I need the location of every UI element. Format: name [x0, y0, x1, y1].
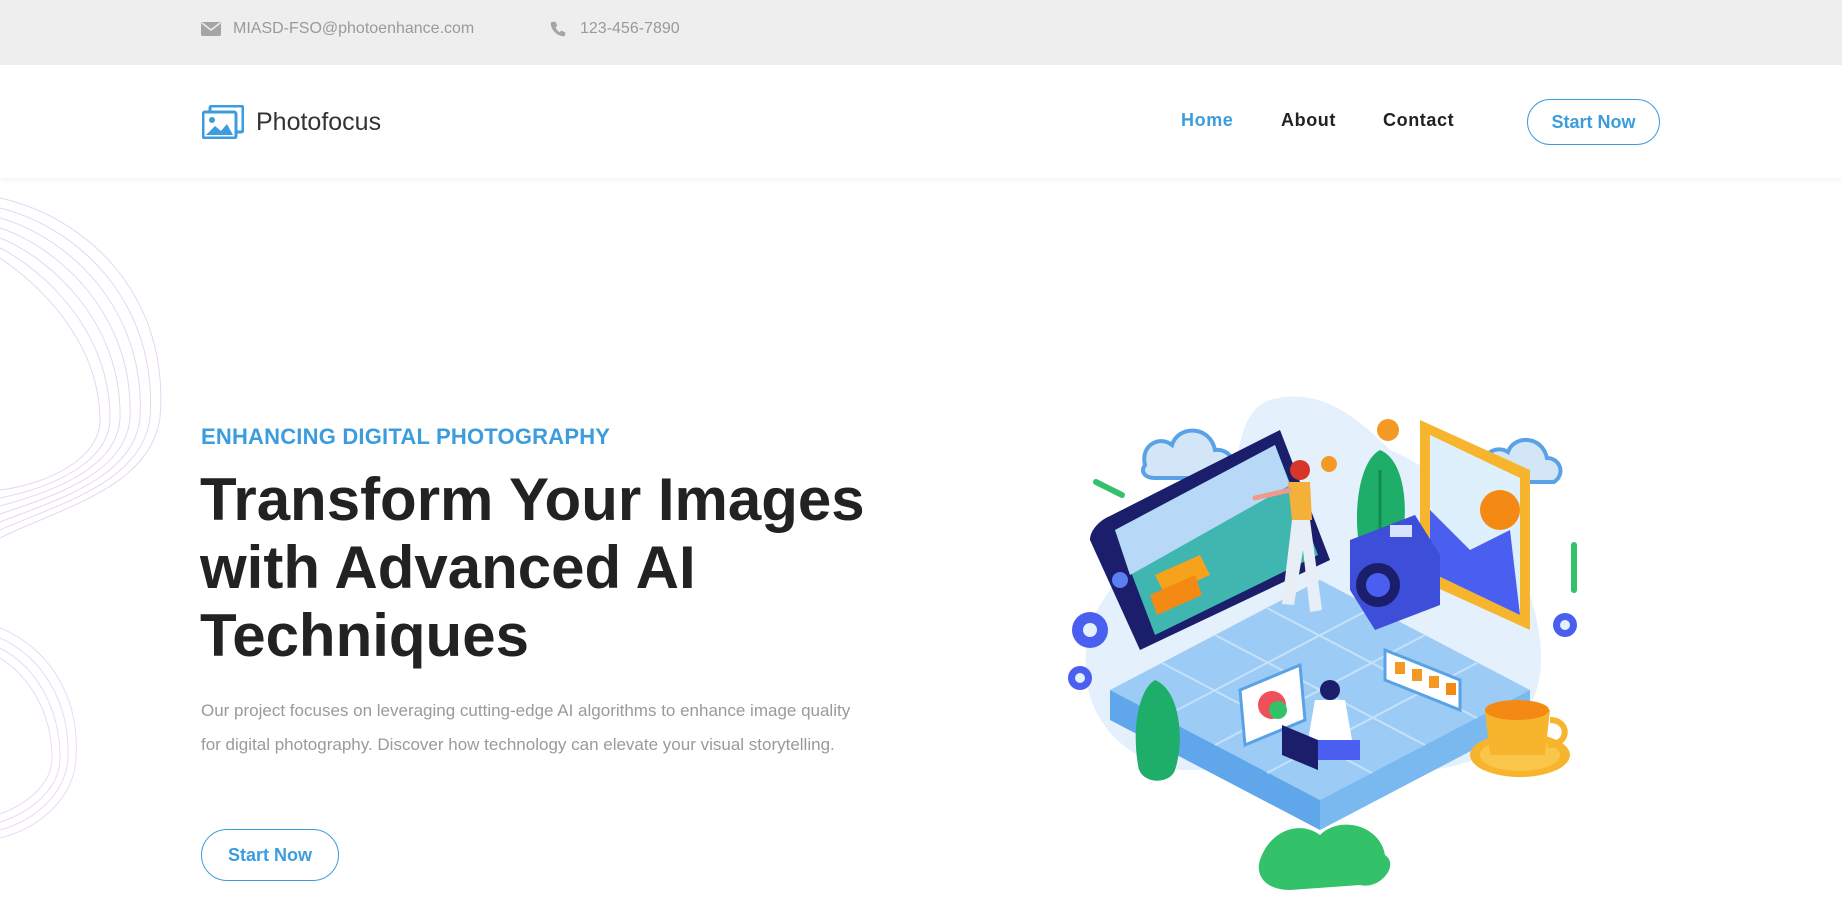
hero-illustration	[1068, 396, 1577, 890]
email-text: MIASD-FSO@photoenhance.com	[233, 20, 475, 37]
nav-contact[interactable]: Contact	[1383, 110, 1454, 131]
envelope-icon	[201, 22, 221, 36]
hero-start-now-button[interactable]: Start Now	[201, 829, 339, 881]
header-start-now-button[interactable]: Start Now	[1527, 99, 1660, 145]
hero-title: Transform Your Images with Advanced AI T…	[200, 466, 865, 669]
nav-home[interactable]: Home	[1181, 110, 1233, 131]
phone-icon	[550, 21, 566, 37]
hero-description: Our project focuses on leveraging cuttin…	[201, 701, 851, 754]
decorative-waves	[0, 197, 162, 838]
email-contact[interactable]: MIASD-FSO@photoenhance.com	[201, 0, 474, 58]
main-header: Photofocus Home About Contact Start Now	[0, 65, 1842, 178]
phone-contact[interactable]: 123-456-7890	[548, 0, 680, 58]
hero-eyebrow: ENHANCING DIGITAL PHOTOGRAPHY	[201, 424, 611, 449]
top-contact-bar: MIASD-FSO@photoenhance.com 123-456-7890	[0, 0, 1842, 65]
bush-icon	[1258, 824, 1391, 890]
phone-text: 123-456-7890	[580, 20, 680, 37]
nav-about[interactable]: About	[1281, 110, 1336, 131]
